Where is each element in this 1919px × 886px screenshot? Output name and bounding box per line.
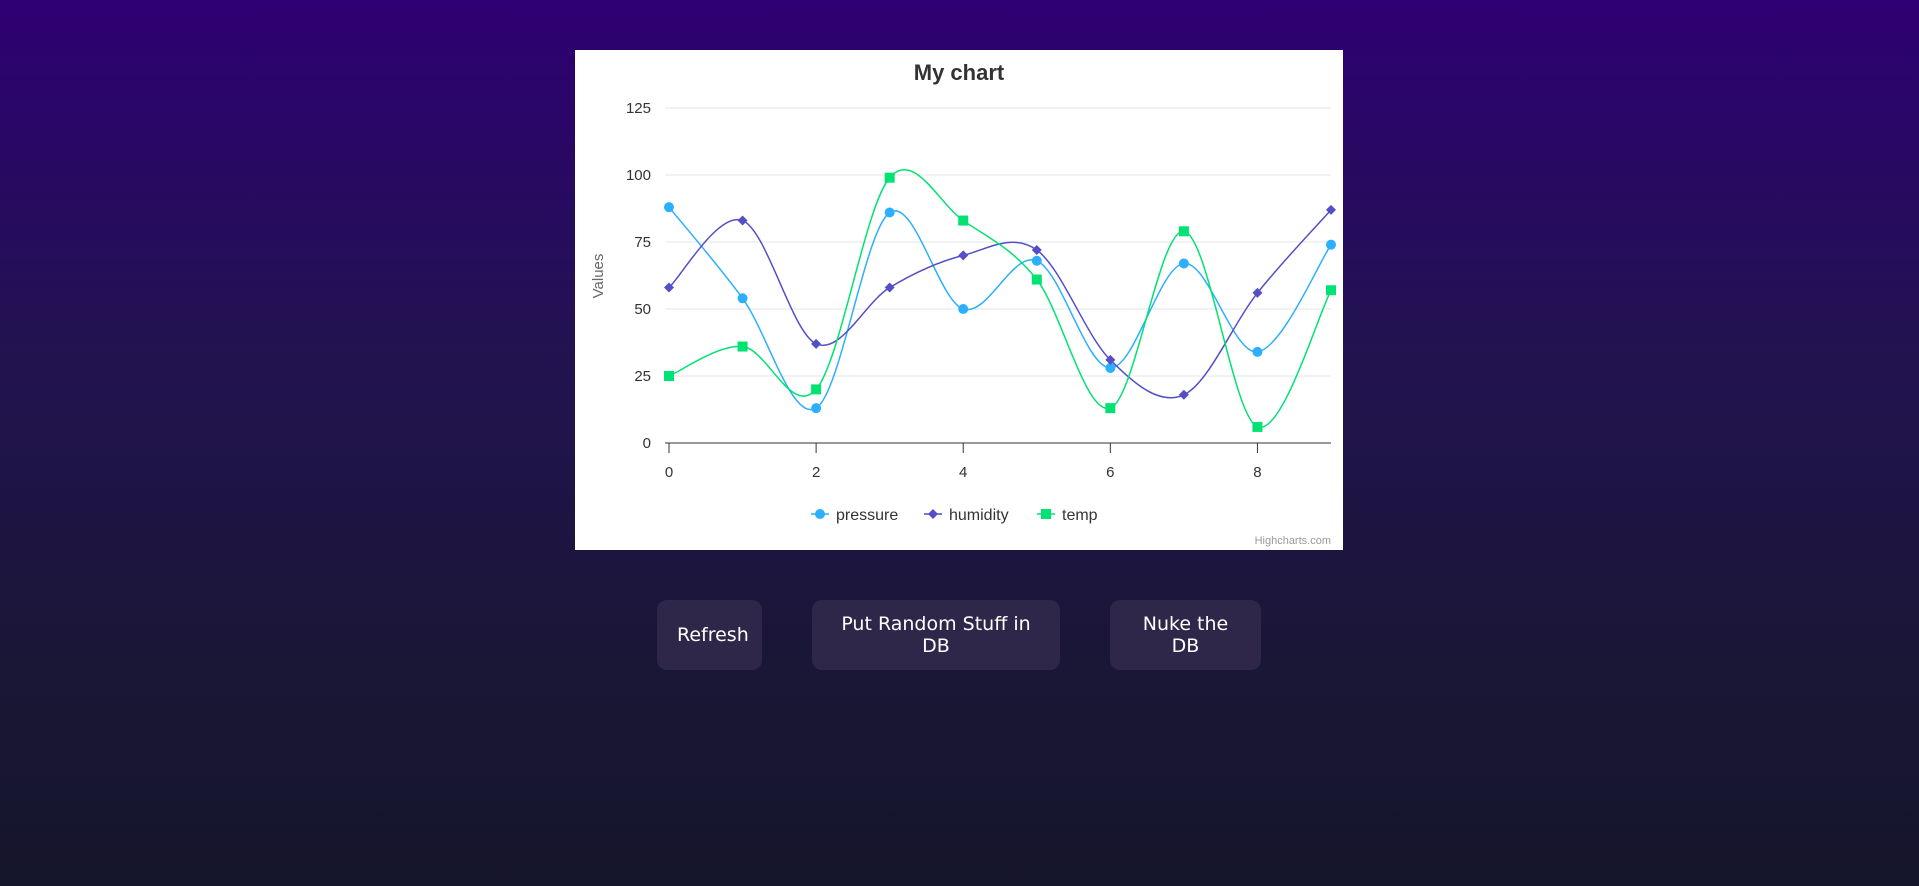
legend-marker — [815, 509, 825, 519]
temp-point — [1252, 421, 1263, 432]
x-tick-label: 6 — [1106, 464, 1114, 481]
pressure-point — [1031, 255, 1042, 266]
pressure-point — [737, 293, 748, 304]
x-tick-label: 4 — [959, 464, 967, 481]
legend: pressure humidity temp — [811, 507, 1098, 524]
y-tick-label: 100 — [626, 167, 651, 184]
legend-marker — [928, 509, 938, 519]
action-bar: Refresh Put Random Stuff in DB Nuke the … — [0, 600, 1919, 670]
pressure-point — [884, 207, 895, 218]
pressure-point — [664, 202, 674, 213]
y-tick-label: 50 — [634, 301, 651, 318]
legend-label: pressure — [836, 507, 898, 524]
temp-point — [884, 172, 895, 183]
put-random-stuff-button[interactable]: Put Random Stuff in DB — [812, 600, 1060, 670]
y-tick-label: 75 — [634, 234, 651, 251]
pressure-point — [811, 403, 822, 414]
series-group — [664, 169, 1336, 432]
legend-label: temp — [1062, 507, 1098, 524]
humidity-point — [811, 338, 822, 349]
line-chart: My chart 0 25 50 75 100 125 0 2 4 6 8 Values pres… — [590, 60, 1336, 547]
temp-point — [1326, 285, 1336, 296]
y-axis-ticks: 0 25 50 75 100 125 — [626, 100, 651, 452]
series-temp — [664, 169, 1336, 432]
legend-marker — [1041, 509, 1051, 519]
y-tick-label: 25 — [634, 368, 651, 385]
x-axis: 0 2 4 6 8 — [665, 442, 1331, 481]
humidity-point — [737, 215, 748, 226]
chart-container: My chart 0 25 50 75 100 125 0 2 4 6 8 Values pres… — [575, 50, 1343, 550]
legend-item-humidity[interactable]: humidity — [924, 507, 1009, 524]
legend-item-temp[interactable]: temp — [1037, 507, 1098, 524]
pressure-point — [1326, 239, 1336, 250]
y-tick-label: 125 — [626, 100, 651, 117]
temp-point — [1178, 226, 1189, 237]
humidity-point — [1178, 389, 1189, 400]
legend-label: humidity — [949, 507, 1009, 524]
temp-point — [1031, 274, 1042, 285]
temp-point — [737, 341, 748, 352]
series-humidity — [664, 204, 1336, 400]
pressure-point — [1252, 346, 1263, 357]
humidity-point — [958, 250, 969, 261]
nuke-db-button[interactable]: Nuke the DB — [1110, 600, 1261, 670]
grid-lines — [665, 107, 1331, 377]
temp-point — [1105, 403, 1116, 414]
temp-line — [668, 169, 1332, 428]
credits-link[interactable]: Highcharts.com — [1255, 535, 1331, 547]
temp-point — [664, 371, 674, 381]
y-tick-label: 0 — [643, 435, 651, 452]
temp-point — [958, 215, 969, 226]
legend-item-pressure[interactable]: pressure — [811, 507, 898, 524]
x-tick-label: 8 — [1253, 464, 1261, 481]
pressure-line — [668, 206, 1332, 411]
chart-title: My chart — [914, 60, 1005, 85]
pressure-point — [958, 304, 969, 314]
x-tick-label: 2 — [812, 464, 820, 481]
temp-point — [811, 384, 822, 395]
y-axis-title: Values — [590, 254, 607, 299]
pressure-point — [1178, 258, 1189, 269]
x-tick-label: 0 — [665, 464, 673, 481]
refresh-button[interactable]: Refresh — [657, 600, 762, 670]
humidity-point — [884, 282, 895, 293]
